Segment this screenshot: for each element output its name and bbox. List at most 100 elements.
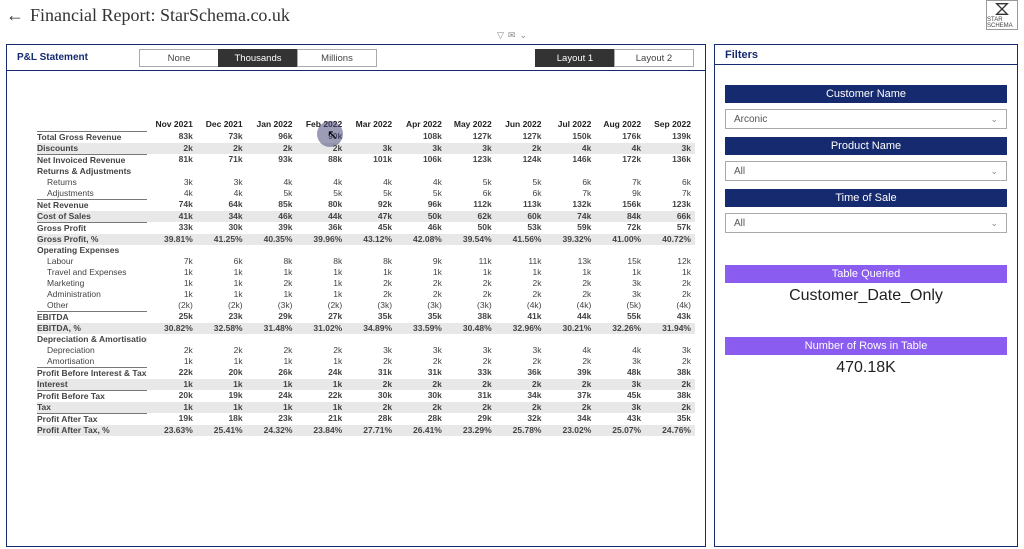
cell: 23.29% <box>446 425 496 436</box>
cell: 39.54% <box>446 234 496 245</box>
cell: 4k <box>147 188 197 200</box>
layout-segmented: Layout 1 Layout 2 <box>535 49 693 67</box>
main-panel: P&L Statement None Thousands Millions La… <box>6 44 706 547</box>
row-label: Total Gross Revenue <box>37 131 147 143</box>
cell: 1k <box>147 379 197 391</box>
cell: 30.48% <box>446 323 496 334</box>
cell: 3k <box>396 143 446 155</box>
layout-1[interactable]: Layout 1 <box>535 49 615 67</box>
cell: 2k <box>645 402 695 414</box>
cell: 2k <box>645 356 695 368</box>
table-area[interactable]: ↖ Nov 2021Dec 2021Jan 2022Feb 2022Mar 20… <box>7 71 705 546</box>
info-value-table: Customer_Date_Only <box>725 287 1007 305</box>
row-label: Profit Before Tax <box>37 390 147 402</box>
cell: 2k <box>645 278 695 289</box>
filter-select-product[interactable]: All ⌄ <box>725 161 1007 181</box>
cell: 11k <box>446 256 496 267</box>
cell: 2k <box>197 345 247 356</box>
cell: 1k <box>645 267 695 278</box>
cell: 96k <box>247 131 297 143</box>
col-header[interactable]: Mar 2022 <box>346 117 396 131</box>
cell <box>496 334 546 345</box>
cell: 50k <box>396 211 446 223</box>
cell: 1k <box>247 289 297 300</box>
row-label: Gross Profit <box>37 222 147 234</box>
cell: 7k <box>645 188 695 200</box>
cell: 31k <box>446 390 496 402</box>
cell: 34k <box>546 413 596 425</box>
col-header[interactable]: Jul 2022 <box>546 117 596 131</box>
table-row: Net Revenue74k64k85k80k92k96k112k113k132… <box>37 199 695 211</box>
cell: 2k <box>346 379 396 391</box>
cell: 6k <box>446 188 496 200</box>
cell: 2k <box>496 143 546 155</box>
cell: 66k <box>645 211 695 223</box>
cell: 2k <box>446 278 496 289</box>
cell: 83k <box>147 131 197 143</box>
row-label: Amortisation <box>37 356 147 368</box>
cell <box>595 334 645 345</box>
filter-select-time[interactable]: All ⌄ <box>725 213 1007 233</box>
cell <box>546 334 596 345</box>
col-header[interactable]: Sep 2022 <box>645 117 695 131</box>
cell: 1k <box>296 289 346 300</box>
cell: 2k <box>546 289 596 300</box>
cell: 2k <box>147 143 197 155</box>
cell: 4k <box>595 345 645 356</box>
chevron-down-icon[interactable]: ⌄ <box>519 30 527 44</box>
cell: 3k <box>645 345 695 356</box>
cell: 2k <box>346 278 396 289</box>
table-row: Returns & Adjustments <box>37 166 695 177</box>
cell: 26.41% <box>396 425 446 436</box>
cell: 1k <box>147 402 197 414</box>
col-header[interactable]: Apr 2022 <box>396 117 446 131</box>
cell: 5k <box>296 188 346 200</box>
table-row: Administration1k1k1k1k2k2k2k2k2k3k2k <box>37 289 695 300</box>
cell: 31.94% <box>645 323 695 334</box>
scale-millions[interactable]: Millions <box>297 49 377 67</box>
table-row: Gross Profit33k30k39k36k45k46k50k53k59k7… <box>37 222 695 234</box>
cell: 33.59% <box>396 323 446 334</box>
cell: 4k <box>595 143 645 155</box>
cell: 3k <box>595 278 645 289</box>
col-header[interactable]: Dec 2021 <box>197 117 247 131</box>
cell: 62k <box>446 211 496 223</box>
cell <box>595 166 645 177</box>
cell: 3k <box>595 379 645 391</box>
col-header[interactable]: Jan 2022 <box>247 117 297 131</box>
col-header[interactable]: Jun 2022 <box>496 117 546 131</box>
cell: 2k <box>446 379 496 391</box>
cell <box>247 166 297 177</box>
cell: 2k <box>645 289 695 300</box>
cell: 6k <box>496 188 546 200</box>
cell <box>546 166 596 177</box>
cell <box>197 166 247 177</box>
col-header[interactable]: Aug 2022 <box>595 117 645 131</box>
cell: 2k <box>496 402 546 414</box>
cell <box>147 245 197 256</box>
scale-thousands[interactable]: Thousands <box>218 49 298 67</box>
cell: 8k <box>247 256 297 267</box>
cell: 2k <box>496 379 546 391</box>
cell: 2k <box>346 402 396 414</box>
cell: 15k <box>595 256 645 267</box>
cell: 26k <box>247 367 297 379</box>
cell: 33k <box>147 222 197 234</box>
cell: 92k <box>346 199 396 211</box>
filter-select-customer[interactable]: Arconic ⌄ <box>725 109 1007 129</box>
table-row: Operating Expenses <box>37 245 695 256</box>
col-header[interactable]: Nov 2021 <box>147 117 197 131</box>
cell: 13k <box>546 256 596 267</box>
layout-2[interactable]: Layout 2 <box>614 49 694 67</box>
scale-none[interactable]: None <box>139 49 219 67</box>
cell: 5k <box>446 177 496 188</box>
cell: 1k <box>147 267 197 278</box>
col-header[interactable]: May 2022 <box>446 117 496 131</box>
row-label: Profit After Tax <box>37 413 147 425</box>
mail-icon[interactable]: ✉ <box>508 30 516 44</box>
filter-icon[interactable]: ▽ <box>497 30 504 44</box>
cell: 28k <box>396 413 446 425</box>
col-header[interactable]: Feb 2022 <box>296 117 346 131</box>
back-arrow-icon[interactable]: ← <box>6 5 24 26</box>
cell: (2k) <box>296 300 346 312</box>
